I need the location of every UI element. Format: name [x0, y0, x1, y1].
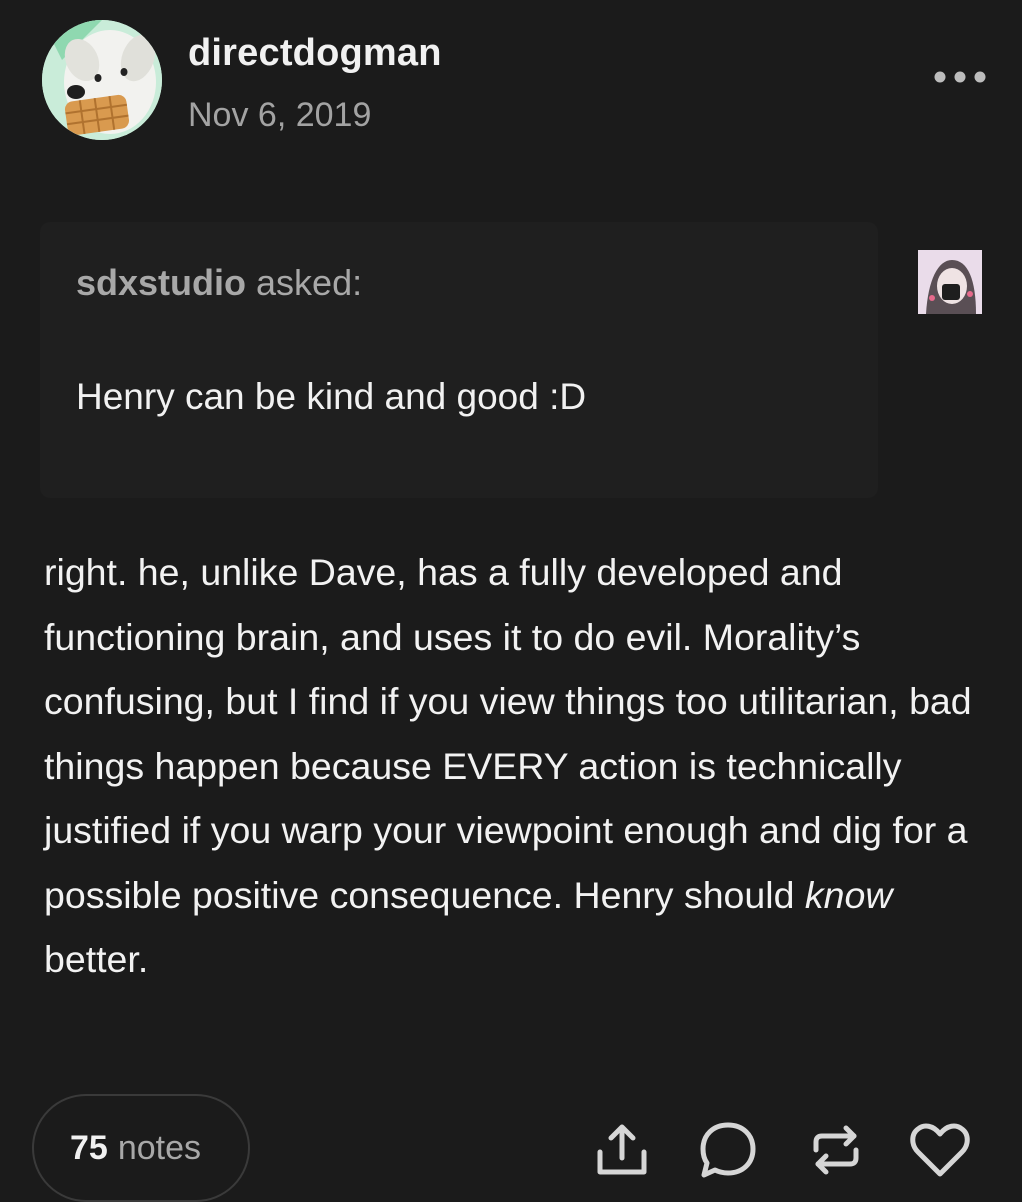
- reblog-button[interactable]: [804, 1118, 868, 1182]
- reblog-icon: [813, 1125, 859, 1175]
- asked-label: asked:: [256, 262, 363, 303]
- notes-count: 75: [70, 1128, 108, 1167]
- answer-paragraph: right. he, unlike Dave, has a fully deve…: [44, 540, 994, 992]
- asker-name[interactable]: sdxstudio: [76, 262, 246, 303]
- share-icon: [597, 1124, 647, 1175]
- post-username[interactable]: directdogman: [188, 32, 442, 75]
- reply-icon: [700, 1122, 756, 1178]
- post-date[interactable]: Nov 6, 2019: [188, 96, 371, 135]
- answer-text-part1: right. he, unlike Dave, has a fully deve…: [44, 551, 972, 916]
- reply-button[interactable]: [696, 1118, 760, 1182]
- more-horizontal-icon: [934, 71, 986, 83]
- answer-text-part2: better.: [44, 938, 149, 980]
- ask-question: Henry can be kind and good :D: [76, 376, 587, 417]
- notes-button[interactable]: 75 notes: [32, 1094, 250, 1202]
- share-button[interactable]: [590, 1118, 654, 1182]
- ask-header: sdxstudio asked:: [76, 262, 362, 304]
- asker-avatar[interactable]: [918, 250, 982, 314]
- answer-body: right. he, unlike Dave, has a fully deve…: [44, 540, 994, 992]
- notes-label: notes: [117, 1128, 202, 1167]
- like-button[interactable]: [908, 1118, 972, 1182]
- answer-emphasis: know: [804, 873, 893, 916]
- post-card: directdogman Nov 6, 2019 sdxstudio asked…: [0, 0, 1022, 1202]
- more-options-button[interactable]: [930, 60, 990, 94]
- heart-icon: [910, 1123, 970, 1177]
- ask-box: sdxstudio asked: Henry can be kind and g…: [40, 222, 878, 498]
- user-avatar[interactable]: [42, 20, 162, 140]
